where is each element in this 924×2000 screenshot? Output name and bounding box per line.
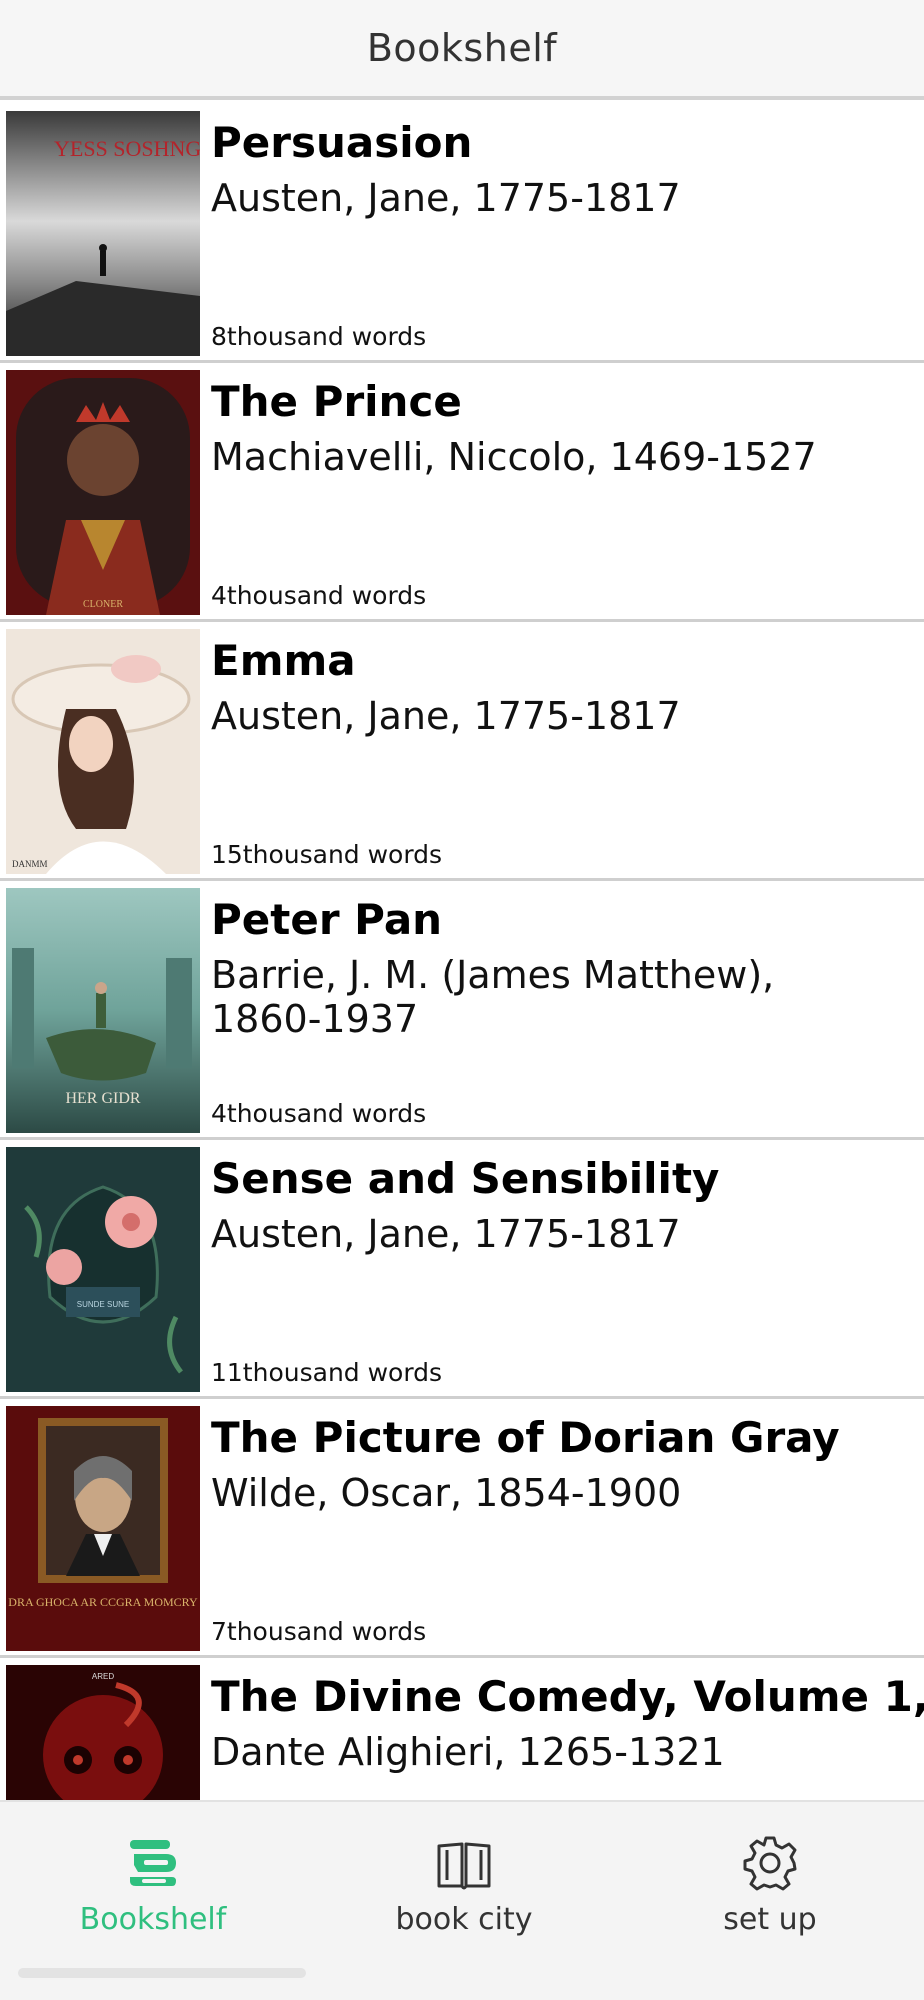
tab-book-city[interactable]: book city [354,1834,574,1954]
book-item[interactable]: CLONER The Prince Machiavelli, Niccolo, … [0,363,924,622]
gear-icon [743,1836,797,1891]
book-item[interactable]: DANMM Emma Austen, Jane, 1775-1817 15tho… [0,622,924,881]
home-indicator[interactable] [18,1968,306,1978]
cover-text: DANMM [12,859,48,869]
book-cover: DRA GHOCA AR CCGRA MOMCRY [6,1406,200,1651]
book-item[interactable]: DRA GHOCA AR CCGRA MOMCRY The Picture of… [0,1399,924,1658]
book-word-count: 8thousand words [211,322,427,351]
cover-text: ARED [92,1672,114,1681]
book-item[interactable]: HER GIDR Peter Pan Barrie, J. M. (James … [0,881,924,1140]
tab-label: Bookshelf [79,1902,227,1937]
book-item[interactable]: YESS SOSHNG Persuasion Austen, Jane, 177… [0,104,924,363]
tab-set-up[interactable]: set up [660,1834,880,1954]
bookshelf-icon [130,1840,176,1886]
cover-text: SUNDE SUNE [77,1300,129,1309]
book-title: The Prince [211,377,462,426]
tab-label: set up [723,1902,817,1937]
book-item[interactable]: ARED The Divine Comedy, Volume 1, Hell D… [0,1658,924,1800]
book-cover: HER GIDR [6,888,200,1133]
book-title: Sense and Sensibility [211,1154,720,1203]
book-cover: ARED [6,1665,200,1800]
book-author: Austen, Jane, 1775-1817 [211,176,681,220]
book-word-count: 11thousand words [211,1358,443,1387]
book-author: Austen, Jane, 1775-1817 [211,1212,681,1256]
book-author: Austen, Jane, 1775-1817 [211,694,681,738]
book-cover: YESS SOSHNG [6,111,200,356]
tab-bookshelf[interactable]: Bookshelf [43,1834,263,1954]
book-item[interactable]: SUNDE SUNE Sense and Sensibility Austen,… [0,1140,924,1399]
book-author: Machiavelli, Niccolo, 1469-1527 [211,435,817,479]
book-author: Barrie, J. M. (James Matthew), 1860-1937 [211,953,775,1041]
book-author: Dante Alighieri, 1265-1321 [211,1730,725,1774]
book-title: The Picture of Dorian Gray [211,1413,840,1462]
book-title: Peter Pan [211,895,443,944]
cover-text: YESS SOSHNG [54,136,200,161]
book-title: Persuasion [211,118,473,167]
cover-text: DRA GHOCA AR CCGRA MOMCRY [8,1595,198,1609]
book-word-count: 4thousand words [211,581,427,610]
book-cover: DANMM [6,629,200,874]
book-title: The Divine Comedy, Volume 1, Hell [211,1672,924,1721]
book-author: Wilde, Oscar, 1854-1900 [211,1471,682,1515]
book-cover: SUNDE SUNE [6,1147,200,1392]
book-cover: CLONER [6,370,200,615]
book-word-count: 4thousand words [211,1099,427,1128]
tab-label: book city [395,1902,533,1937]
book-list[interactable]: YESS SOSHNG Persuasion Austen, Jane, 177… [0,104,924,1800]
page-title: Bookshelf [366,26,558,70]
book-word-count: 15thousand words [211,840,443,869]
book-title: Emma [211,636,356,685]
app-header: Bookshelf [0,0,924,100]
book-word-count: 7thousand words [211,1617,427,1646]
open-book-icon [437,1842,491,1890]
cover-text: HER GIDR [65,1090,140,1107]
cover-text: CLONER [83,599,123,610]
